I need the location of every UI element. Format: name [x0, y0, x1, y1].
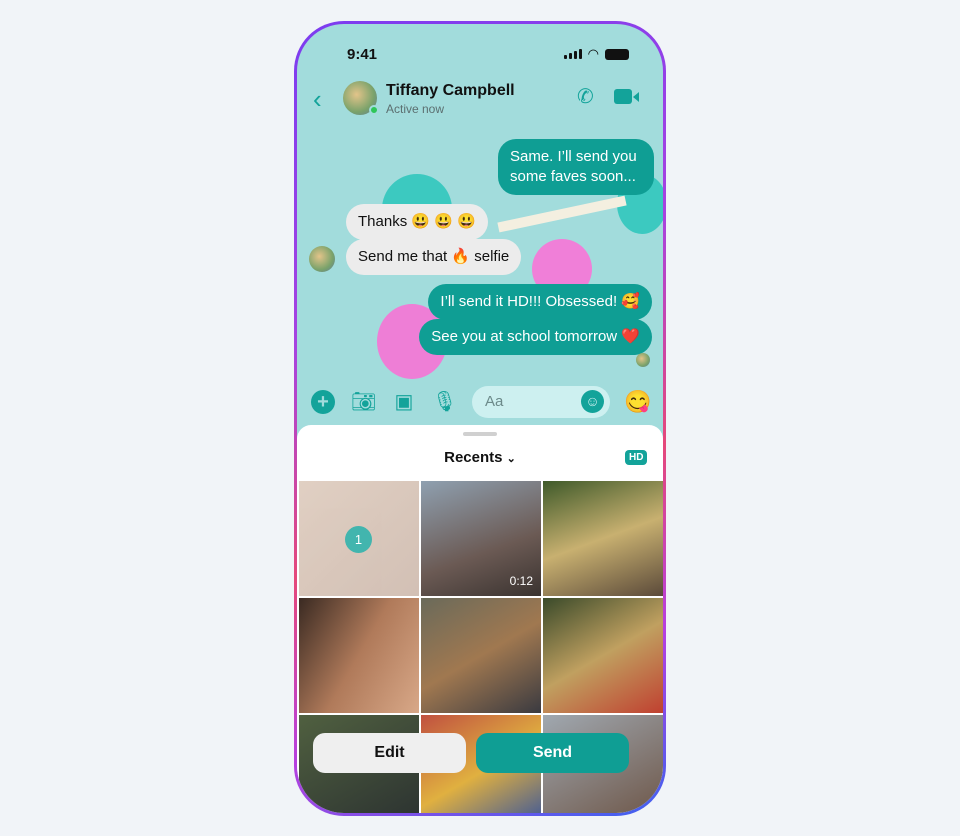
message-bubble[interactable]: I’ll send it HD!!! Obsessed! 🥰	[428, 284, 652, 320]
photo-thumbnail[interactable]	[421, 598, 541, 713]
video-call-icon[interactable]	[614, 89, 639, 104]
online-indicator	[369, 105, 379, 115]
photo-thumbnail[interactable]	[543, 481, 663, 596]
contact-avatar[interactable]	[343, 81, 379, 115]
photo-thumbnail[interactable]	[543, 598, 663, 713]
microphone-icon[interactable]: 🎙︎	[432, 390, 457, 414]
message-placeholder: Aa	[485, 393, 504, 410]
signal-icon	[563, 49, 582, 59]
quick-reaction-icon[interactable]: 😋	[624, 390, 651, 414]
lollipop-stick	[497, 195, 627, 233]
edit-button[interactable]: Edit	[313, 733, 466, 773]
chat-header: ‹ Tiffany Campbell Active now ✆	[297, 76, 663, 120]
photo-thumbnail-selected[interactable]: 1	[299, 481, 419, 596]
sender-avatar	[309, 246, 335, 272]
message-bubble[interactable]: See you at school tomorrow ❤️	[419, 319, 652, 355]
composer-toolbar: + 📷︎ ▣ 🎙︎ Aa ☺ 😋	[297, 384, 663, 428]
message-bubble[interactable]: Send me that 🔥 selfie	[346, 239, 522, 275]
album-label: Recents	[444, 449, 503, 466]
photo-thumbnail[interactable]	[299, 598, 419, 713]
camera-icon[interactable]: 📷︎	[351, 390, 376, 414]
status-icons: ◠	[563, 46, 629, 62]
read-receipt-avatar	[636, 353, 650, 367]
emoji-picker-icon[interactable]: ☺	[581, 390, 604, 413]
selection-count-badge: 1	[345, 526, 372, 553]
chevron-down-icon: ⌄	[506, 453, 516, 465]
phone-call-icon[interactable]: ✆	[577, 84, 594, 109]
status-time: 9:41	[347, 46, 378, 63]
phone-frame: 9:41 ◠ ‹ Tiffany Campbell Active now ✆ S…	[294, 21, 666, 816]
gallery-icon[interactable]: ▣	[392, 390, 416, 414]
album-selector[interactable]: Recents ⌄	[297, 449, 663, 466]
media-picker-sheet: Recents ⌄ HD 1 0:12 Edit Send	[297, 425, 663, 813]
message-bubble[interactable]: Same. I’ll send you some faves soon...	[498, 139, 654, 195]
message-input[interactable]: Aa ☺	[472, 386, 610, 418]
back-chevron-icon[interactable]: ‹	[313, 84, 322, 115]
hd-toggle[interactable]: HD	[625, 450, 648, 465]
messenger-screen: 9:41 ◠ ‹ Tiffany Campbell Active now ✆ S…	[297, 24, 663, 813]
message-bubble[interactable]: Thanks 😃 😃 😃	[346, 204, 488, 240]
contact-name[interactable]: Tiffany Campbell	[386, 82, 515, 100]
contact-status: Active now	[386, 102, 445, 116]
send-button[interactable]: Send	[476, 733, 629, 773]
video-thumbnail[interactable]: 0:12	[421, 481, 541, 596]
wifi-icon: ◠	[587, 46, 599, 61]
battery-icon	[605, 48, 629, 60]
sheet-drag-handle[interactable]	[463, 432, 497, 436]
video-duration: 0:12	[509, 574, 533, 588]
plus-icon[interactable]: +	[311, 390, 335, 414]
